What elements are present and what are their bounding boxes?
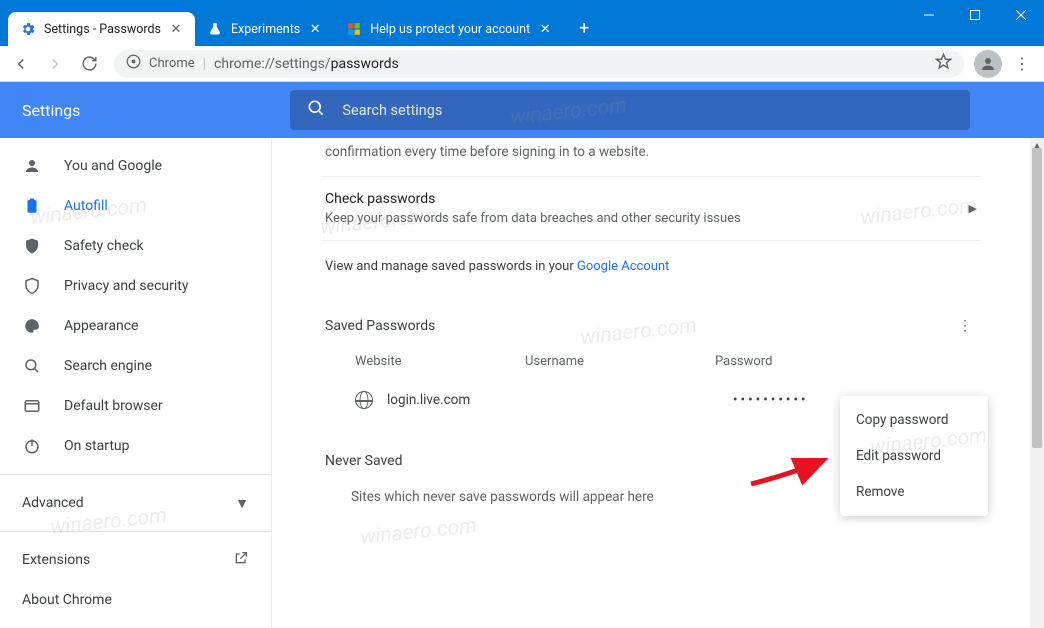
content-scroll: confirmation every time before signing i… (272, 138, 1030, 628)
palette-icon (22, 317, 42, 335)
sidebar-item-privacy-security[interactable]: Privacy and security (0, 266, 271, 306)
sidebar-item-label: Autofill (64, 198, 108, 214)
sidebar-advanced[interactable]: Advanced ▼ (0, 483, 271, 523)
sidebar-item-label: Search engine (64, 358, 152, 374)
bookmark-star-icon[interactable] (935, 53, 952, 74)
flask-icon (207, 21, 223, 37)
vertical-scrollbar[interactable]: ▴ (1030, 138, 1044, 628)
divider: | (203, 56, 206, 72)
power-icon (22, 437, 42, 455)
settings-search-input[interactable] (342, 102, 954, 119)
intro-tail-text: confirmation every time before signing i… (321, 142, 981, 162)
sidebar-item-safety-check[interactable]: Safety check (0, 226, 271, 266)
settings-sidebar: You and Google Autofill Safety check Pri… (0, 138, 272, 628)
window-titlebar: Settings - Passwords ✕ Experiments ✕ Hel… (0, 0, 1044, 46)
sidebar-item-appearance[interactable]: Appearance (0, 306, 271, 346)
close-icon[interactable]: ✕ (169, 22, 183, 36)
minimize-button[interactable] (906, 0, 952, 30)
address-bar[interactable]: Chrome | chrome://settings/passwords (114, 50, 964, 78)
divider (0, 474, 271, 475)
close-window-button[interactable] (998, 0, 1044, 30)
settings-search-box[interactable] (290, 90, 970, 130)
tab-label: Settings - Passwords (44, 22, 161, 37)
window-controls (906, 0, 1044, 30)
tab-label: Experiments (231, 22, 300, 37)
settings-header: Settings (0, 82, 1044, 138)
col-password: Password (715, 354, 977, 369)
url-path: passwords (331, 56, 399, 72)
sidebar-item-label: Safety check (64, 238, 144, 254)
sidebar-item-autofill[interactable]: Autofill (0, 186, 271, 226)
sidebar-item-label: On startup (64, 438, 130, 454)
menu-remove[interactable]: Remove (840, 474, 988, 510)
sidebar-item-label: You and Google (64, 158, 162, 174)
main-area: You and Google Autofill Safety check Pri… (0, 138, 1044, 628)
check-passwords-row[interactable]: Check passwords Keep your passwords safe… (321, 176, 981, 240)
sidebar-item-on-startup[interactable]: On startup (0, 426, 271, 466)
external-link-icon (233, 550, 249, 570)
password-row-site: login.live.com (387, 392, 543, 408)
chevron-down-icon: ▼ (235, 495, 249, 512)
close-icon[interactable]: ✕ (538, 22, 552, 36)
clipboard-icon (22, 197, 42, 215)
password-context-menu: Copy password Edit password Remove (840, 396, 988, 516)
menu-edit-password[interactable]: Edit password (840, 438, 988, 474)
sidebar-about-label: About Chrome (22, 592, 112, 608)
close-icon[interactable]: ✕ (308, 22, 322, 36)
col-username: Username (525, 354, 715, 369)
view-manage-row: View and manage saved passwords in your … (321, 240, 981, 288)
tab-experiments[interactable]: Experiments ✕ (195, 12, 334, 46)
shield-check-icon (22, 237, 42, 255)
globe-icon (355, 391, 373, 409)
settings-title: Settings (22, 101, 80, 120)
sidebar-extensions-label: Extensions (22, 552, 90, 568)
browser-menu-button[interactable]: ⋮ (1006, 54, 1038, 73)
tab-label: Help us protect your account (370, 22, 530, 37)
site-info-icon[interactable] (126, 54, 141, 73)
google-account-link[interactable]: Google Account (577, 259, 669, 274)
shield-icon (22, 277, 42, 295)
sidebar-extensions[interactable]: Extensions (0, 540, 271, 580)
scrollbar-thumb[interactable] (1032, 148, 1042, 448)
saved-passwords-more-button[interactable]: ⋮ (953, 318, 977, 334)
maximize-button[interactable] (952, 0, 998, 30)
search-icon (22, 357, 42, 375)
gear-icon (20, 21, 36, 37)
saved-passwords-title: Saved Passwords (325, 318, 435, 334)
sidebar-advanced-label: Advanced (22, 495, 84, 511)
url-prefix: chrome://settings/ (214, 56, 331, 72)
menu-copy-password[interactable]: Copy password (840, 402, 988, 438)
tab-strip: Settings - Passwords ✕ Experiments ✕ Hel… (8, 12, 564, 46)
sidebar-item-label: Default browser (64, 398, 163, 414)
saved-passwords-header: Saved Passwords ⋮ (321, 288, 981, 344)
browser-icon (22, 397, 42, 415)
url-scheme-label: Chrome (149, 56, 195, 71)
reload-button[interactable] (74, 49, 104, 79)
sidebar-about-chrome[interactable]: About Chrome (0, 580, 271, 620)
forward-button[interactable] (40, 49, 70, 79)
sidebar-item-you-and-google[interactable]: You and Google (0, 146, 271, 186)
sidebar-item-default-browser[interactable]: Default browser (0, 386, 271, 426)
check-passwords-subtitle: Keep your passwords safe from data breac… (325, 211, 969, 226)
content-area: confirmation every time before signing i… (272, 138, 1044, 628)
chevron-right-icon: ▶ (969, 202, 977, 215)
microsoft-icon (346, 21, 362, 37)
tab-settings-passwords[interactable]: Settings - Passwords ✕ (8, 12, 195, 46)
search-icon (306, 98, 326, 122)
divider (0, 531, 271, 532)
view-manage-text: View and manage saved passwords in your … (325, 259, 669, 274)
back-button[interactable] (6, 49, 36, 79)
check-passwords-title: Check passwords (325, 191, 969, 207)
passwords-table-header: Website Username Password (321, 344, 981, 381)
profile-avatar-button[interactable] (974, 50, 1002, 78)
sidebar-item-label: Privacy and security (64, 278, 188, 294)
tab-microsoft-account[interactable]: Help us protect your account ✕ (334, 12, 564, 46)
new-tab-button[interactable]: + (570, 14, 598, 42)
col-website: Website (325, 354, 525, 369)
sidebar-item-label: Appearance (64, 318, 138, 334)
person-icon (22, 157, 42, 175)
browser-toolbar: Chrome | chrome://settings/passwords ⋮ (0, 46, 1044, 82)
sidebar-item-search-engine[interactable]: Search engine (0, 346, 271, 386)
